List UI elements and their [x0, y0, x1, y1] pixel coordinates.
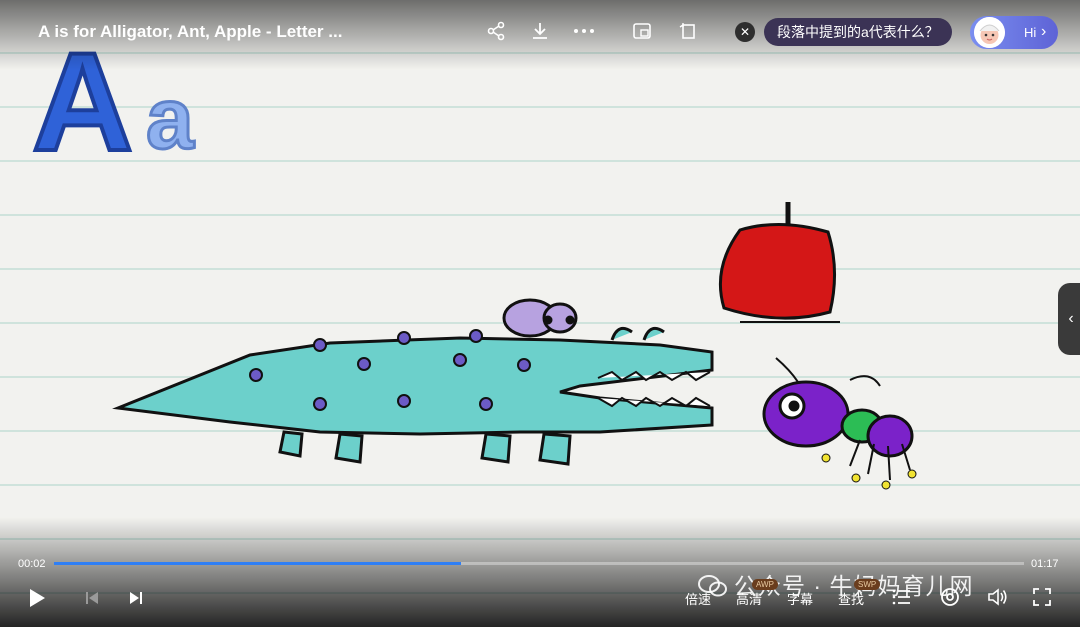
- video-player[interactable]: A a A is for Alligator, Ant, Apple - Let…: [0, 0, 1080, 627]
- assistant-button[interactable]: Hi ›: [970, 16, 1058, 49]
- video-title: A is for Alligator, Ant, Apple - Letter …: [38, 22, 343, 41]
- speed-button[interactable]: 倍速: [685, 589, 711, 608]
- assistant-avatar: [974, 17, 1005, 48]
- side-panel-toggle[interactable]: ‹: [1058, 283, 1080, 355]
- letter-lowercase: a: [146, 71, 195, 167]
- progress-fill: [54, 562, 462, 565]
- playlist-icon[interactable]: [890, 585, 914, 609]
- volume-icon[interactable]: [985, 585, 1011, 609]
- assistant-greeting: Hi: [1024, 25, 1037, 40]
- chevron-right-icon: ›: [1041, 23, 1047, 40]
- next-icon[interactable]: [124, 587, 148, 609]
- apple-illustration: [718, 202, 840, 323]
- duration: 01:17: [1031, 558, 1059, 570]
- previous-icon[interactable]: [80, 587, 104, 609]
- more-icon[interactable]: [572, 19, 596, 43]
- alligator-illustration: [112, 298, 714, 466]
- subtitle-button[interactable]: 字幕: [787, 589, 813, 608]
- ai-question-prompt[interactable]: 段落中提到的a代表什么？: [764, 18, 952, 46]
- ant-illustration: [762, 357, 917, 490]
- picture-in-picture-icon[interactable]: [630, 19, 654, 43]
- target-icon[interactable]: [938, 585, 962, 609]
- progress-bar[interactable]: [54, 562, 1024, 565]
- download-icon[interactable]: [528, 19, 552, 43]
- close-icon[interactable]: ✕: [735, 22, 755, 42]
- play-icon[interactable]: [24, 584, 50, 612]
- fullscreen-icon[interactable]: [1030, 585, 1054, 609]
- chevron-left-icon: ‹: [1068, 310, 1074, 327]
- quality-button[interactable]: 高清: [736, 589, 762, 608]
- current-time: 00:02: [18, 558, 46, 570]
- find-button[interactable]: 查找: [838, 589, 864, 608]
- rotate-icon[interactable]: [676, 19, 700, 43]
- share-icon[interactable]: [484, 19, 508, 43]
